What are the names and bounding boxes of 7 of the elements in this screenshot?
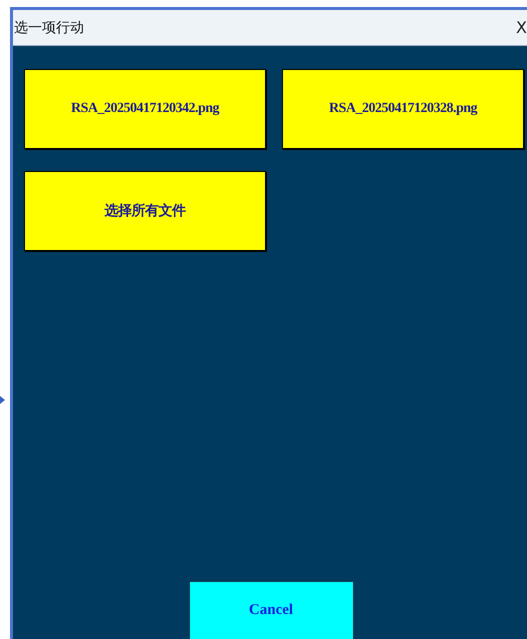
cancel-button[interactable]: Cancel	[188, 581, 354, 639]
file-action-button[interactable]: RSA_20250417120342.png	[24, 69, 266, 149]
file-action-button[interactable]: RSA_20250417120328.png	[282, 69, 524, 149]
file-action-button[interactable]: 选择所有文件	[24, 171, 266, 251]
window-title: 选一项行动	[13, 18, 84, 36]
arrow-icon	[0, 396, 5, 404]
close-button[interactable]: X	[512, 18, 527, 37]
